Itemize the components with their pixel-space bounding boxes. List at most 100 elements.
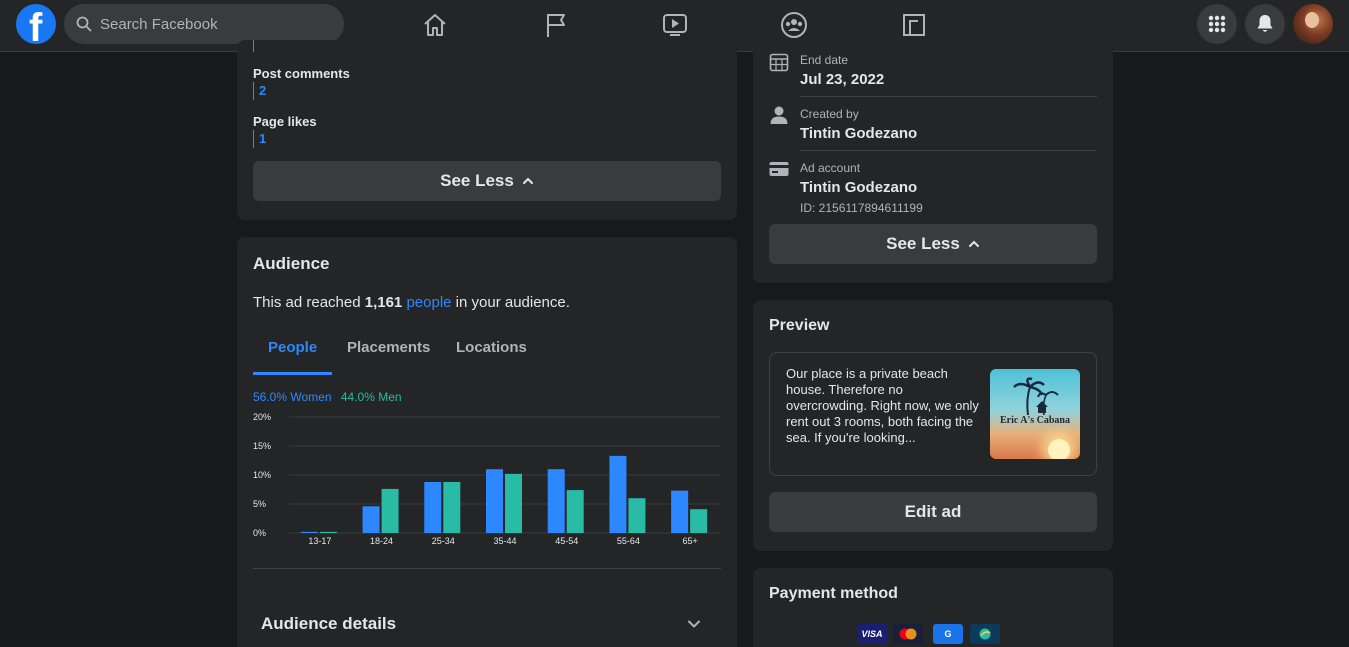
credit-card-icon — [769, 162, 789, 176]
person-icon — [770, 106, 788, 124]
preview-card: Preview Our place is a private beach hou… — [753, 300, 1113, 551]
ad-preview-image: Eric A's Cabana — [990, 369, 1080, 459]
search-input[interactable] — [100, 4, 330, 44]
leaf-icon — [979, 628, 991, 640]
nav-pages[interactable] — [536, 8, 576, 42]
tab-locations[interactable]: Locations — [441, 329, 542, 375]
audience-card: Audience This ad reached 1,161 people in… — [237, 237, 737, 647]
bar-women-55-64[interactable] — [609, 455, 627, 533]
visa-card-icon: VISA — [857, 624, 887, 644]
engagement-card: Post comments 2 Page likes 1 See Less — [237, 40, 737, 220]
metric-bar-partial — [253, 40, 254, 52]
bar-men-65+[interactable] — [690, 509, 708, 533]
flag-icon — [547, 14, 565, 37]
nav-watch[interactable] — [655, 8, 695, 42]
reach-suffix: in your audience. — [451, 294, 570, 311]
bar-men-18-24[interactable] — [381, 488, 399, 533]
reach-count: 1,161 — [364, 294, 403, 311]
y-tick-label: 0% — [253, 528, 266, 538]
legend-men: 44.0% Men — [340, 390, 402, 404]
age-gender-bar-chart: 20% 15% 10% 5% 0% 13-17 18-24 25-34 35-44 45-54 55… — [253, 412, 721, 546]
see-less-button[interactable]: See Less — [769, 224, 1097, 264]
see-less-label: See Less — [440, 171, 514, 190]
edit-ad-button[interactable]: Edit ad — [769, 492, 1097, 532]
mastercard-circles-icon — [899, 628, 917, 640]
audience-title: Audience — [253, 254, 330, 273]
grid-menu-icon — [1208, 15, 1226, 33]
groups-icon — [781, 12, 807, 38]
bar-women-45-54[interactable] — [547, 469, 565, 533]
menu-button[interactable] — [1197, 4, 1237, 44]
facebook-logo-letter: f — [29, 6, 43, 44]
ad-preview-text: Our place is a private beach house. Ther… — [786, 366, 979, 445]
bar-women-13-17[interactable] — [300, 531, 318, 533]
section-divider — [253, 568, 721, 569]
facebook-logo[interactable]: f — [16, 4, 56, 44]
bar-women-25-34[interactable] — [424, 481, 442, 533]
bar-men-13-17[interactable] — [319, 531, 337, 533]
created-by-value: Tintin Godezano — [800, 125, 918, 142]
row-divider — [800, 96, 1097, 97]
palm-tree-icon — [1013, 377, 1059, 415]
see-less-label: See Less — [886, 234, 960, 253]
bar-men-55-64[interactable] — [628, 498, 646, 533]
created-by-label: Created by — [800, 107, 859, 121]
bar-women-35-44[interactable] — [486, 469, 503, 533]
metric-label: Post comments — [253, 66, 350, 81]
mastercard-icon — [893, 624, 923, 644]
y-tick-label: 10% — [253, 470, 271, 480]
x-tick-label: 13-17 — [308, 536, 331, 546]
chevron-up-icon — [522, 177, 533, 184]
payment-title: Payment method — [769, 585, 898, 602]
video-icon — [663, 14, 687, 36]
chevron-up-icon — [968, 240, 979, 247]
x-tick-label: 55-64 — [617, 536, 640, 546]
preview-title: Preview — [769, 317, 830, 334]
calendar-icon — [769, 53, 789, 72]
tab-people[interactable]: People — [253, 329, 333, 375]
search-bar[interactable] — [64, 4, 344, 44]
bell-icon — [1257, 15, 1273, 32]
notifications-button[interactable] — [1245, 4, 1285, 44]
bar-men-45-54[interactable] — [566, 490, 584, 533]
gaming-icon — [903, 14, 925, 36]
ad-account-value: Tintin Godezano — [800, 179, 918, 196]
reach-people-link[interactable]: people — [406, 294, 451, 311]
row-divider — [800, 150, 1097, 151]
ad-details-card: End date Jul 23, 2022 Created by Tintin … — [753, 40, 1113, 283]
see-less-button[interactable]: See Less — [253, 161, 721, 201]
payment-card: Payment method VISA G — [753, 568, 1113, 647]
y-tick-label: 15% — [253, 441, 271, 451]
metric-value[interactable]: 2 — [253, 82, 266, 100]
ad-preview[interactable]: Our place is a private beach house. Ther… — [769, 352, 1097, 476]
bar-men-25-34[interactable] — [443, 481, 461, 533]
gpay-icon: G — [933, 624, 963, 644]
x-tick-label: 18-24 — [370, 536, 393, 546]
end-date-label: End date — [800, 53, 849, 67]
legend-women: 56.0% Women — [253, 390, 332, 404]
ad-account-id: ID: 2156117894611199 — [800, 201, 923, 215]
tab-placements[interactable]: Placements — [332, 329, 445, 375]
bar-women-65+[interactable] — [671, 490, 689, 533]
bar-women-18-24[interactable] — [362, 506, 380, 533]
end-date-value: Jul 23, 2022 — [800, 71, 885, 88]
metric-value[interactable]: 1 — [253, 130, 266, 148]
gender-legend: 56.0% Women 44.0% Men — [253, 390, 402, 404]
nav-home[interactable] — [415, 8, 455, 42]
profile-avatar[interactable] — [1293, 4, 1333, 44]
wallet-icon — [970, 624, 1000, 644]
nav-gaming[interactable] — [894, 8, 934, 42]
x-tick-label: 25-34 — [432, 536, 455, 546]
x-tick-label: 65+ — [683, 536, 698, 546]
home-icon — [424, 14, 446, 36]
ad-account-label: Ad account — [800, 161, 861, 175]
x-tick-label: 35-44 — [493, 536, 516, 546]
chevron-down-icon[interactable] — [687, 617, 701, 631]
y-tick-label: 5% — [253, 499, 266, 509]
sun-glow — [1048, 439, 1070, 459]
bar-men-35-44[interactable] — [505, 473, 522, 533]
reach-summary: This ad reached 1,161 people in your aud… — [253, 294, 570, 311]
nav-groups[interactable] — [774, 8, 814, 42]
x-tick-label: 45-54 — [555, 536, 578, 546]
audience-details-label[interactable]: Audience details — [261, 614, 396, 634]
